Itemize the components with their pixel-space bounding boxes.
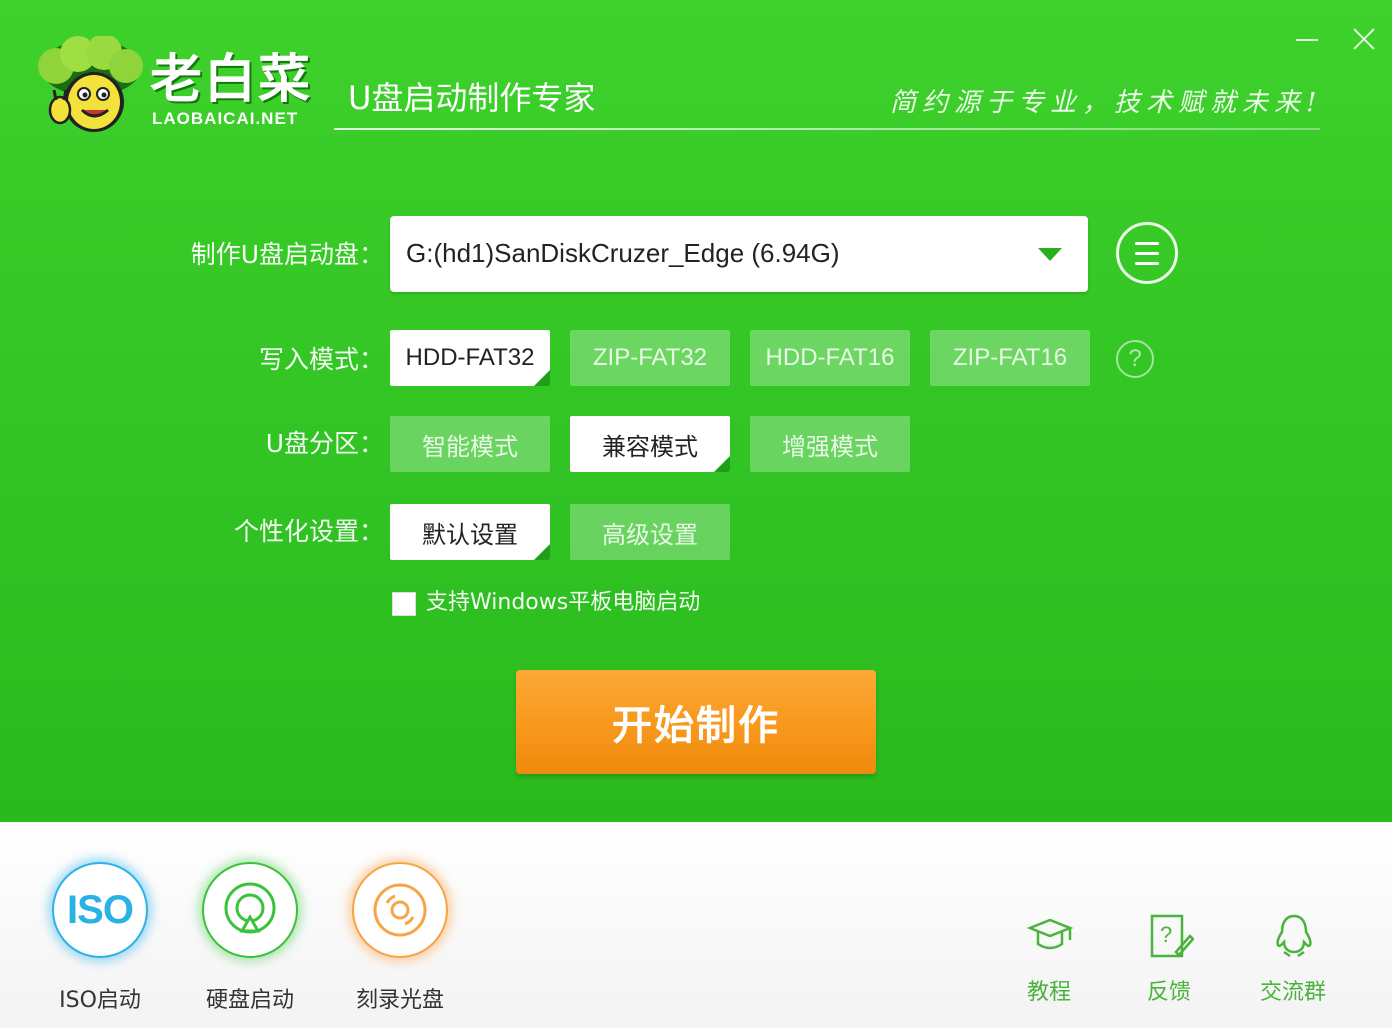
- iso-boot-tool[interactable]: ISO ISO启动: [40, 862, 160, 1013]
- drive-label: 制作U盘启动盘：: [190, 240, 384, 269]
- personalize-advanced[interactable]: 高级设置: [570, 504, 730, 560]
- burn-disc-label: 刻录光盘: [355, 988, 444, 1013]
- personalize-label: 个性化设置：: [233, 517, 384, 546]
- burn-disc-tool[interactable]: 刻录光盘: [340, 862, 460, 1013]
- community-link[interactable]: 交流群: [1248, 912, 1338, 1012]
- chevron-down-icon: [1038, 248, 1062, 261]
- menu-button[interactable]: [1116, 222, 1178, 284]
- help-icon[interactable]: ?: [1116, 340, 1154, 378]
- write-mode-hdd-fat32[interactable]: HDD-FAT32: [390, 330, 550, 386]
- partition-label: U盘分区：: [265, 429, 384, 458]
- hard-disk-boot-label: 硬盘启动: [205, 988, 294, 1013]
- feedback-link[interactable]: ? 反馈: [1124, 912, 1214, 1012]
- brand-name: 老白菜: [150, 50, 313, 110]
- graduation-cap-icon: [1026, 918, 1074, 950]
- tablet-boot-label[interactable]: 支持Windows平板电脑启动: [426, 590, 700, 615]
- qq-penguin-icon: [1276, 914, 1312, 958]
- tutorial-label: 教程: [1026, 980, 1071, 1005]
- app-subtitle: U盘启动制作专家: [348, 79, 596, 117]
- hard-disk-boot-tool[interactable]: 硬盘启动: [190, 862, 310, 1013]
- write-mode-label: 写入模式：: [258, 345, 384, 374]
- write-mode-zip-fat32[interactable]: ZIP-FAT32: [570, 330, 730, 386]
- hard-disk-icon: [202, 862, 298, 958]
- tutorial-link[interactable]: 教程: [1004, 912, 1094, 1012]
- brand-domain: LAOBAICAI.NET: [152, 109, 299, 128]
- partition-enhanced[interactable]: 增强模式: [750, 416, 910, 472]
- drive-select[interactable]: G:(hd1)SanDiskCruzer_Edge (6.94G): [390, 216, 1088, 292]
- personalize-default[interactable]: 默认设置: [390, 504, 550, 560]
- partition-smart[interactable]: 智能模式: [390, 416, 550, 472]
- tablet-boot-checkbox[interactable]: [392, 592, 416, 616]
- drive-select-value: G:(hd1)SanDiskCruzer_Edge (6.94G): [406, 238, 840, 268]
- svg-text:?: ?: [1160, 922, 1172, 947]
- iso-boot-label: ISO启动: [59, 988, 141, 1013]
- broccoli-mascot-logo: [38, 36, 143, 132]
- header-divider: [334, 128, 1320, 130]
- write-mode-hdd-fat16[interactable]: HDD-FAT16: [750, 330, 910, 386]
- start-button[interactable]: 开始制作: [516, 670, 876, 774]
- feedback-icon: ?: [1150, 914, 1194, 958]
- community-label: 交流群: [1259, 980, 1326, 1005]
- partition-compatible[interactable]: 兼容模式: [570, 416, 730, 472]
- minimize-button[interactable]: [1290, 22, 1324, 56]
- close-button[interactable]: [1348, 22, 1382, 56]
- write-mode-zip-fat16[interactable]: ZIP-FAT16: [930, 330, 1090, 386]
- iso-icon: ISO: [52, 862, 148, 958]
- disc-icon: [352, 862, 448, 958]
- slogan: 简约源于专业，技术赋就未来!: [890, 88, 1323, 118]
- feedback-label: 反馈: [1146, 980, 1191, 1005]
- menu-icon: [1135, 242, 1159, 245]
